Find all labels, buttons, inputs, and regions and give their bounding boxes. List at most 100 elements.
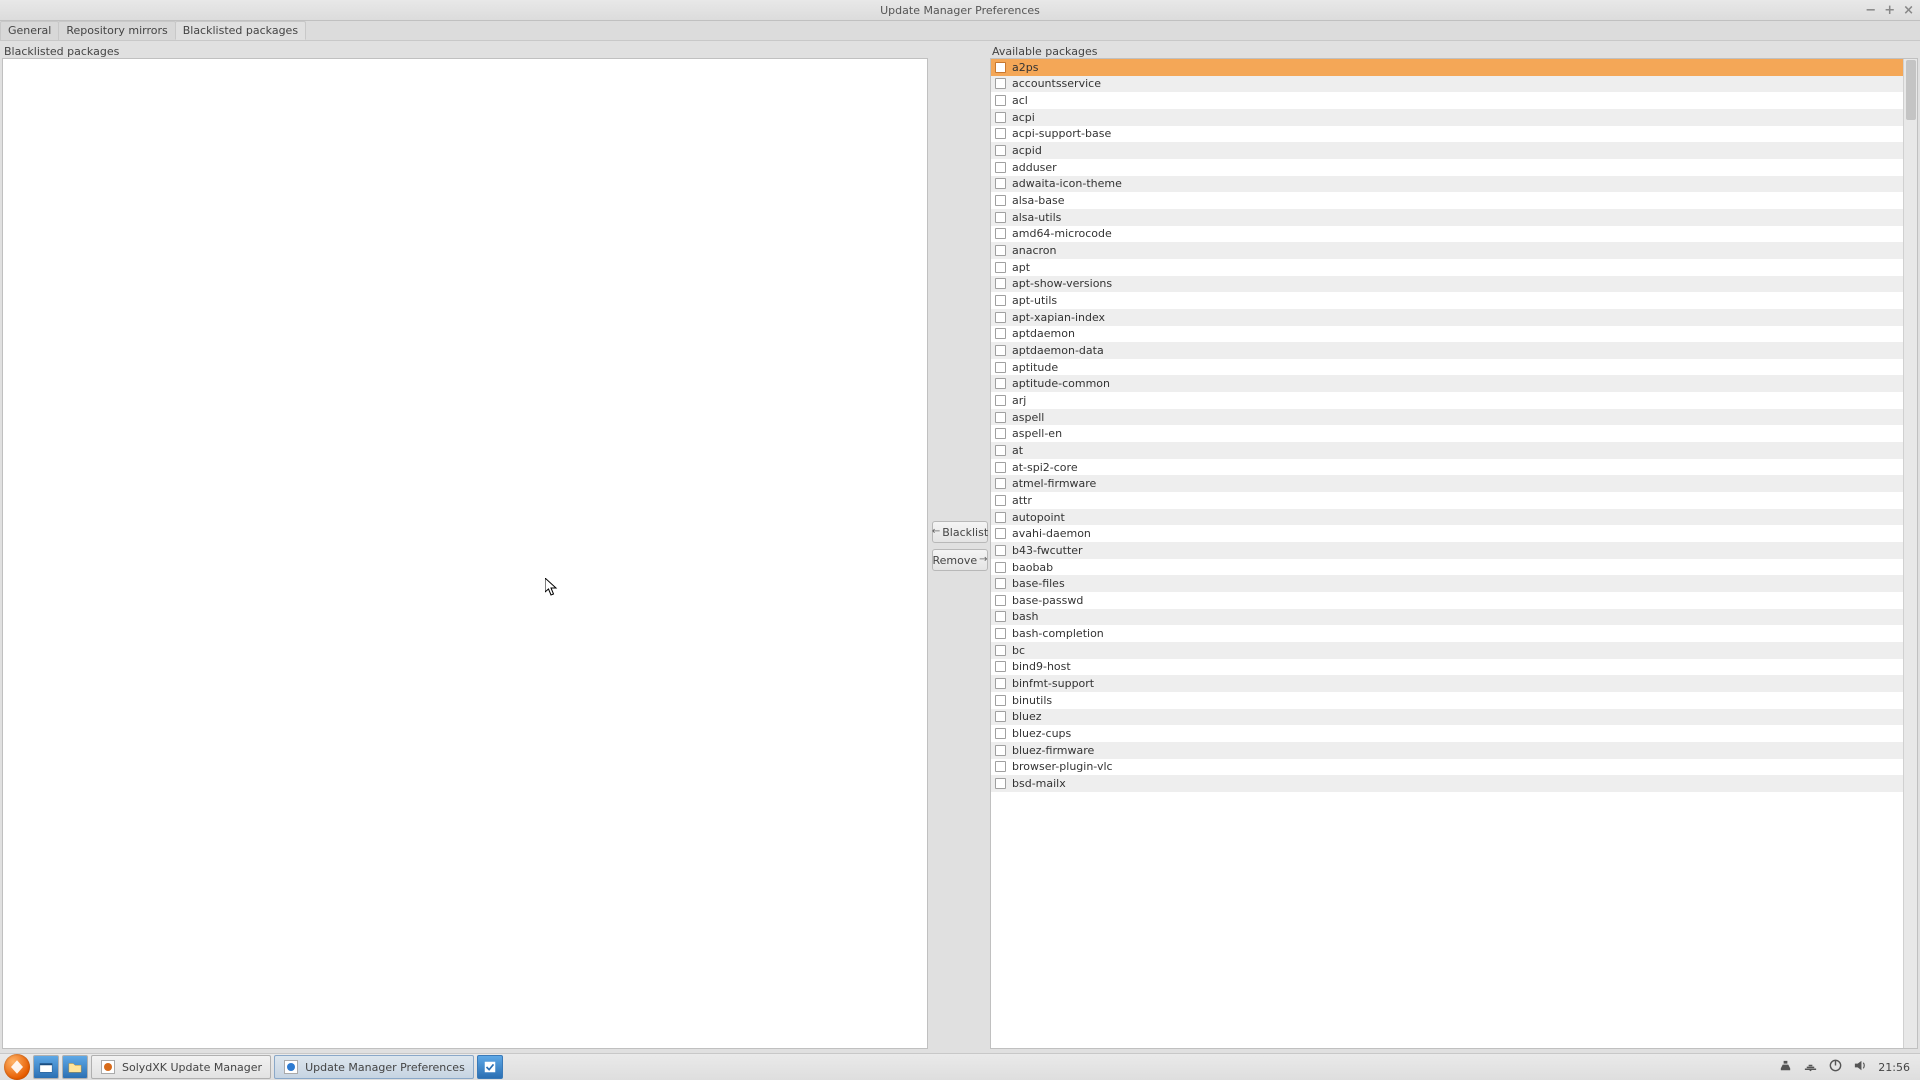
package-row[interactable]: bluez xyxy=(991,709,1903,726)
blacklist-button[interactable]: ← Blacklist xyxy=(932,521,988,543)
package-checkbox[interactable] xyxy=(995,228,1006,239)
package-checkbox[interactable] xyxy=(995,645,1006,656)
tab-general[interactable]: General xyxy=(0,21,59,40)
package-row[interactable]: bind9-host xyxy=(991,659,1903,676)
package-checkbox[interactable] xyxy=(995,578,1006,589)
package-checkbox[interactable] xyxy=(995,545,1006,556)
package-row[interactable]: bc xyxy=(991,642,1903,659)
package-checkbox[interactable] xyxy=(995,312,1006,323)
package-row[interactable]: amd64-microcode xyxy=(991,226,1903,243)
package-row[interactable]: apt-utils xyxy=(991,292,1903,309)
package-checkbox[interactable] xyxy=(995,378,1006,389)
package-row[interactable]: base-files xyxy=(991,575,1903,592)
package-row[interactable]: arj xyxy=(991,392,1903,409)
package-checkbox[interactable] xyxy=(995,395,1006,406)
package-checkbox[interactable] xyxy=(995,345,1006,356)
package-row[interactable]: aptitude-common xyxy=(991,375,1903,392)
package-row[interactable]: browser-plugin-vlc xyxy=(991,759,1903,776)
package-checkbox[interactable] xyxy=(995,445,1006,456)
package-checkbox[interactable] xyxy=(995,628,1006,639)
package-checkbox[interactable] xyxy=(995,528,1006,539)
package-checkbox[interactable] xyxy=(995,78,1006,89)
package-checkbox[interactable] xyxy=(995,178,1006,189)
package-checkbox[interactable] xyxy=(995,95,1006,106)
package-row[interactable]: acl xyxy=(991,92,1903,109)
package-checkbox[interactable] xyxy=(995,611,1006,622)
file-manager-launcher[interactable] xyxy=(62,1055,88,1079)
start-menu-button[interactable] xyxy=(4,1054,30,1080)
package-row[interactable]: autopoint xyxy=(991,509,1903,526)
taskbar-item[interactable]: SolydXK Update Manager xyxy=(91,1055,271,1079)
package-checkbox[interactable] xyxy=(995,128,1006,139)
package-row[interactable]: binutils xyxy=(991,692,1903,709)
blacklisted-list[interactable] xyxy=(2,58,928,1049)
package-row[interactable]: accountsservice xyxy=(991,76,1903,93)
vertical-scrollbar[interactable] xyxy=(1903,59,1917,1048)
volume-tray-icon[interactable] xyxy=(1853,1058,1868,1076)
taskbar-item[interactable]: Update Manager Preferences xyxy=(274,1055,474,1079)
package-checkbox[interactable] xyxy=(995,711,1006,722)
package-row[interactable]: alsa-utils xyxy=(991,209,1903,226)
package-checkbox[interactable] xyxy=(995,245,1006,256)
network-tray-icon[interactable] xyxy=(1803,1058,1818,1076)
close-icon[interactable]: × xyxy=(1903,4,1914,17)
package-checkbox[interactable] xyxy=(995,262,1006,273)
tab-repository-mirrors[interactable]: Repository mirrors xyxy=(58,21,175,40)
package-row[interactable]: alsa-base xyxy=(991,192,1903,209)
package-checkbox[interactable] xyxy=(995,745,1006,756)
package-row[interactable]: base-passwd xyxy=(991,592,1903,609)
package-row[interactable]: a2ps xyxy=(991,59,1903,76)
package-checkbox[interactable] xyxy=(995,145,1006,156)
package-checkbox[interactable] xyxy=(995,695,1006,706)
package-checkbox[interactable] xyxy=(995,778,1006,789)
package-checkbox[interactable] xyxy=(995,295,1006,306)
tab-blacklisted-packages[interactable]: Blacklisted packages xyxy=(175,21,306,40)
package-checkbox[interactable] xyxy=(995,661,1006,672)
package-checkbox[interactable] xyxy=(995,328,1006,339)
package-row[interactable]: adduser xyxy=(991,159,1903,176)
package-row[interactable]: aptdaemon-data xyxy=(991,342,1903,359)
package-row[interactable]: aptdaemon xyxy=(991,326,1903,343)
package-checkbox[interactable] xyxy=(995,362,1006,373)
package-row[interactable]: bluez-cups xyxy=(991,725,1903,742)
package-checkbox[interactable] xyxy=(995,112,1006,123)
power-tray-icon[interactable] xyxy=(1828,1058,1843,1076)
updates-tray-icon[interactable] xyxy=(1778,1058,1793,1076)
package-row[interactable]: apt-xapian-index xyxy=(991,309,1903,326)
package-row[interactable]: attr xyxy=(991,492,1903,509)
package-row[interactable]: acpi xyxy=(991,109,1903,126)
package-checkbox[interactable] xyxy=(995,678,1006,689)
package-checkbox[interactable] xyxy=(995,278,1006,289)
package-row[interactable]: anacron xyxy=(991,242,1903,259)
package-checkbox[interactable] xyxy=(995,512,1006,523)
package-row[interactable]: baobab xyxy=(991,559,1903,576)
package-row[interactable]: avahi-daemon xyxy=(991,525,1903,542)
package-row[interactable]: binfmt-support xyxy=(991,675,1903,692)
package-checkbox[interactable] xyxy=(995,195,1006,206)
package-row[interactable]: aptitude xyxy=(991,359,1903,376)
available-list[interactable]: a2psaccountsserviceaclacpiacpi-support-b… xyxy=(991,59,1903,1048)
taskbar-clock[interactable]: 21:56 xyxy=(1878,1061,1910,1074)
package-checkbox[interactable] xyxy=(995,162,1006,173)
maximize-icon[interactable]: + xyxy=(1884,4,1895,17)
scrollbar-thumb[interactable] xyxy=(1906,60,1916,120)
package-checkbox[interactable] xyxy=(995,728,1006,739)
package-row[interactable]: aspell xyxy=(991,409,1903,426)
package-row[interactable]: acpid xyxy=(991,142,1903,159)
package-checkbox[interactable] xyxy=(995,495,1006,506)
package-checkbox[interactable] xyxy=(995,212,1006,223)
package-checkbox[interactable] xyxy=(995,462,1006,473)
pinned-app-button[interactable] xyxy=(477,1055,503,1079)
package-row[interactable]: bash-completion xyxy=(991,625,1903,642)
package-row[interactable]: b43-fwcutter xyxy=(991,542,1903,559)
package-row[interactable]: bsd-mailx xyxy=(991,775,1903,792)
package-checkbox[interactable] xyxy=(995,62,1006,73)
package-checkbox[interactable] xyxy=(995,428,1006,439)
package-row[interactable]: apt xyxy=(991,259,1903,276)
package-row[interactable]: bash xyxy=(991,609,1903,626)
package-row[interactable]: atmel-firmware xyxy=(991,475,1903,492)
package-checkbox[interactable] xyxy=(995,412,1006,423)
package-checkbox[interactable] xyxy=(995,761,1006,772)
package-checkbox[interactable] xyxy=(995,595,1006,606)
package-checkbox[interactable] xyxy=(995,562,1006,573)
